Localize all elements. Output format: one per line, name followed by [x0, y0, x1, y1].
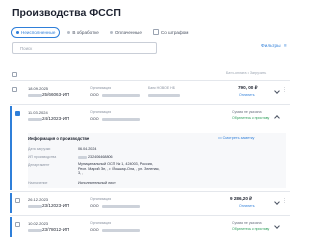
row-date: 10.02.2023: [28, 221, 49, 226]
tab-processing[interactable]: В обработке: [63, 27, 102, 38]
dot-icon: [109, 30, 113, 34]
row-checkbox[interactable]: [15, 198, 20, 203]
bank-label: Банк НОВОЕ НБ: [148, 86, 176, 90]
row-checkbox[interactable]: [12, 87, 17, 92]
search-placeholder: Поиск: [20, 46, 33, 51]
field-label: Департамент: [28, 163, 50, 167]
details-panel: Информация о производстве ▭ Смотреть зам…: [28, 133, 286, 188]
row-status: Сумма не указана: [232, 221, 262, 225]
field-value: Исполнительный лист: [78, 181, 116, 185]
org-label: Организация: [90, 86, 112, 90]
details-heading: Информация о производстве: [28, 136, 90, 141]
checkbox-icon[interactable]: [152, 29, 159, 35]
table-row[interactable]: 10.02.2023 23/78012-ИП Организация ООО С…: [10, 218, 290, 240]
org-name: ООО: [90, 93, 99, 97]
org-label: Организация: [90, 197, 112, 201]
status-tabs: Неисполненные В обработке Оплаченные Со …: [11, 26, 195, 38]
org-label: Организация: [90, 221, 112, 225]
field-value: 06.04.2024: [78, 147, 97, 151]
filter-icon: ≡: [283, 44, 287, 49]
view-note-label: Смотреть заметку: [222, 136, 255, 140]
row-number: 25/66063-ИП: [42, 92, 70, 97]
row-date: 26.12.2023: [28, 197, 49, 202]
batch-pay-link[interactable]: Батч-оплата: [226, 71, 247, 75]
redacted-prefix: [28, 205, 42, 208]
page-title: Производства ФССП: [12, 7, 121, 19]
tab-label: Оплаченные: [114, 29, 142, 35]
select-all-checkbox[interactable]: [12, 72, 17, 77]
more-icon[interactable]: ⋮: [282, 87, 287, 93]
filters-label: Фильтры: [261, 44, 281, 49]
search-input[interactable]: Поиск: [12, 42, 157, 54]
more-icon[interactable]: ⋮: [282, 198, 287, 204]
row-number: 23/78012-ИП: [42, 227, 70, 232]
divider: [10, 80, 290, 81]
row-amount: 9 286,20 ₽: [230, 196, 253, 201]
filters-button[interactable]: Фильтры ≡: [261, 44, 287, 49]
redacted-org: [102, 229, 140, 232]
divider: [10, 104, 290, 105]
active-dot-icon: [16, 30, 19, 34]
chevron-up-icon[interactable]: [274, 115, 280, 121]
tab-label: В обработке: [72, 29, 99, 35]
redacted-prefix: [28, 118, 42, 121]
redacted-prefix: [28, 94, 42, 97]
org-name: ООО: [90, 204, 99, 208]
table-row-expanded[interactable]: 11.03.2024 24/12023-ИП Организация ООО С…: [10, 107, 290, 129]
header-links: Батч-оплата • Загрузить: [226, 71, 266, 75]
field-label: Дата загрузки: [28, 147, 51, 151]
divider: [10, 215, 290, 216]
field-label: ИП производства: [28, 155, 57, 159]
redacted-org: [102, 94, 140, 97]
download-link[interactable]: Загрузить: [250, 71, 266, 75]
chevron-down-icon[interactable]: [274, 199, 280, 205]
row-number: 24/12023-ИП: [42, 116, 70, 121]
dot-icon: [67, 30, 71, 34]
tab-paid[interactable]: Оплаченные: [106, 27, 146, 38]
field-label: Назначение: [28, 181, 48, 185]
table-row[interactable]: 18.09.2025 25/66063-ИП Организация ООО Б…: [10, 83, 290, 103]
tab-label: Со штрафом: [160, 29, 189, 35]
redacted-id-prefix: [78, 156, 87, 159]
row-amount: 790, 00 ₽: [238, 85, 258, 90]
redacted-org: [102, 205, 140, 208]
org-name: ООО: [90, 117, 99, 121]
chevron-down-icon[interactable]: [274, 88, 280, 94]
row-number: 23/12023-ИП: [42, 203, 70, 208]
redacted-bank: [148, 94, 180, 97]
row-date: 18.09.2025: [28, 86, 49, 91]
tab-with-fine[interactable]: Со штрафом: [149, 27, 193, 38]
table-row[interactable]: 26.12.2023 23/12023-ИП Организация ООО 9…: [10, 194, 290, 214]
org-name: ООО: [90, 228, 99, 232]
field-value: 232406468806: [88, 155, 113, 159]
field-value: Муниципальный ОСП № 1, 424003, Россия, Р…: [78, 162, 160, 176]
pay-link[interactable]: Оплатить: [239, 93, 255, 97]
chevron-down-icon[interactable]: [274, 223, 280, 229]
row-status: Сумма не указана: [232, 110, 262, 114]
row-status-hint: Обратитесь к приставу: [232, 116, 270, 120]
row-checkbox[interactable]: [15, 222, 20, 227]
row-checkbox-checked[interactable]: [15, 111, 20, 116]
org-label: Организация: [90, 110, 112, 114]
redacted-org: [102, 118, 140, 121]
pay-link[interactable]: Оплатить: [239, 204, 255, 208]
divider: [10, 191, 290, 192]
redacted-prefix: [28, 229, 42, 232]
row-date: 11.03.2024: [28, 110, 48, 115]
view-note-button[interactable]: ▭ Смотреть заметку: [218, 135, 254, 140]
tab-label: Неисполненные: [21, 29, 56, 35]
tab-unpaid[interactable]: Неисполненные: [11, 26, 61, 38]
row-status-hint: Обратитесь к приставу: [232, 227, 270, 231]
